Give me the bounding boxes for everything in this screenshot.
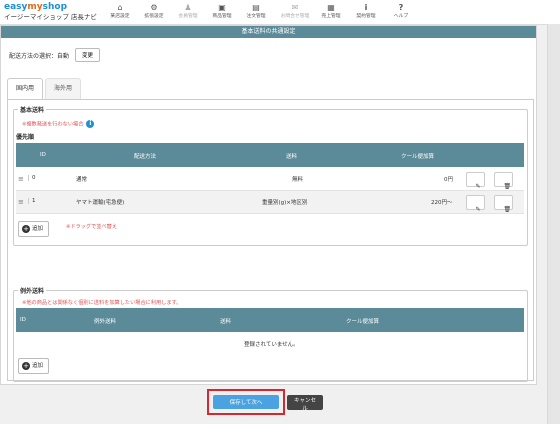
drag-handle-icon[interactable]: ≡ <box>18 175 24 183</box>
basic-shipping-note: ※複数発送を行わない場合 i <box>22 120 95 128</box>
row-method: 通常 <box>76 177 88 183</box>
column-header-cool: クール便加算 <box>346 319 380 325</box>
brand-text-shop: shop <box>42 2 68 12</box>
calculator-icon: ▦ <box>327 3 335 12</box>
basic-table-header: ID 配送方法 送料 クール便加算 <box>16 143 524 167</box>
drag-sort-note: ※ドラッグで並べ替え <box>66 224 118 230</box>
change-method-button[interactable]: 変更 <box>75 48 101 62</box>
add-basic-shipping-button[interactable]: + 追加 <box>18 221 50 237</box>
basic-shipping-legend: 基本送料 <box>18 105 47 114</box>
table-row[interactable]: ≡ 1 ヤマト運輸(宅急便) 重量別(g)×地区別 220円～ ✎ 🗑 <box>16 191 524 214</box>
row-id: 0 <box>28 175 36 181</box>
save-and-next-button[interactable]: 保存して次へ <box>213 395 279 409</box>
info-icon: i <box>364 3 368 12</box>
row-cool: 220円～ <box>431 200 453 206</box>
delivery-method-row: 配送方法の選択： 自動 変更 <box>9 48 101 62</box>
save-button-highlight: 保存して次へ <box>207 389 285 415</box>
column-header-fee: 送料 <box>220 319 232 325</box>
tab-overseas[interactable]: 海外用 <box>45 78 82 99</box>
home-icon: ⌂ <box>117 3 123 12</box>
nav-item-contract[interactable]: i 契約管理 <box>349 3 383 20</box>
edit-button[interactable]: ✎ <box>466 172 485 190</box>
nav-item-help[interactable]: ? ヘルプ <box>384 3 418 20</box>
nav-item-inquiries[interactable]: ✉ お問合せ管理 <box>278 3 312 20</box>
column-header-id: ID <box>40 152 46 158</box>
row-cool: 0円 <box>444 177 453 183</box>
nav-item-sales[interactable]: ▦ 売上管理 <box>314 3 348 20</box>
question-icon: ? <box>398 3 404 12</box>
row-fee: 重量別(g)×地区別 <box>262 200 308 206</box>
delete-button[interactable]: 🗑 <box>494 172 513 190</box>
brand-text-my: my <box>27 2 43 12</box>
vertical-scrollbar[interactable] <box>547 24 560 424</box>
nav-item-extended-settings[interactable]: ⚙ 拡張設定 <box>137 3 171 20</box>
column-header-cool: クール便加算 <box>401 154 435 160</box>
exception-shipping-section: 例外送料 ※他の商品とは関係なく個別に送料を加算したい場合に利用します。 ID … <box>13 286 528 382</box>
empty-table-message: 登録されていません。 <box>244 342 299 348</box>
top-navigation-bar: easymyshop イージーマイショップ 店長ナビ ⌂ 某店設定 ⚙ 拡張設定… <box>0 0 560 25</box>
exception-shipping-legend: 例外送料 <box>18 286 47 295</box>
brand-logo[interactable]: easymyshop イージーマイショップ 店長ナビ <box>4 2 114 22</box>
delete-button[interactable]: 🗑 <box>494 195 513 213</box>
plus-icon: + <box>22 361 30 370</box>
plus-icon: + <box>22 224 30 233</box>
tab-domestic[interactable]: 国内用 <box>7 78 44 99</box>
row-id: 1 <box>28 198 36 204</box>
cancel-button[interactable]: キャンセル <box>287 395 323 412</box>
region-tabs: 国内用 海外用 <box>7 78 83 100</box>
document-icon: ▤ <box>252 3 260 12</box>
delivery-method-value: 自動 <box>57 52 70 60</box>
gift-icon: ▣ <box>218 3 226 12</box>
priority-label: 優先順 <box>16 134 35 141</box>
mail-icon: ✉ <box>291 3 299 12</box>
exception-table-header: ID 例外送料 送料 クール便加算 <box>16 308 524 332</box>
row-fee: 無料 <box>292 177 304 183</box>
table-row[interactable]: ≡ 0 通常 無料 0円 ✎ 🗑 <box>16 168 524 191</box>
exception-shipping-note: ※他の商品とは関係なく個別に送料を加算したい場合に利用します。 <box>22 300 182 306</box>
column-header-exception-fee: 例外送料 <box>94 319 117 325</box>
gear-icon: ⚙ <box>150 3 158 12</box>
edit-button[interactable]: ✎ <box>466 195 485 213</box>
column-header-method: 配送方法 <box>134 154 157 160</box>
delivery-method-label: 配送方法の選択： <box>9 52 58 60</box>
shop-name: イージーマイショップ 店長ナビ <box>4 13 97 21</box>
nav-item-orders[interactable]: ▤ 注文管理 <box>239 3 273 20</box>
brand-text-easy: easy <box>4 2 28 12</box>
column-header-id: ID <box>20 317 26 323</box>
column-header-fee: 送料 <box>286 154 298 160</box>
nav-item-members[interactable]: ♟ 会員管理 <box>171 3 205 20</box>
user-icon: ♟ <box>184 3 192 12</box>
panel-title: 基本送料の共通設定 <box>1 26 536 38</box>
info-icon[interactable]: i <box>86 120 95 128</box>
trash-icon: 🗑 <box>503 206 512 213</box>
nav-item-store-settings[interactable]: ⌂ 某店設定 <box>103 3 137 20</box>
nav-item-products[interactable]: ▣ 商品管理 <box>205 3 239 20</box>
add-exception-shipping-button[interactable]: + 追加 <box>18 358 50 374</box>
shipping-settings-panel: 基本送料の共通設定 配送方法の選択： 自動 変更 国内用 海外用 基本送料 ※複… <box>0 25 537 385</box>
drag-handle-icon[interactable]: ≡ <box>18 198 24 206</box>
row-method: ヤマト運輸(宅急便) <box>76 200 125 206</box>
tab-content-domestic: 基本送料 ※複数発送を行わない場合 i 優先順 ID 配送方法 送料 クール便加算… <box>7 99 534 382</box>
basic-shipping-section: 基本送料 ※複数発送を行わない場合 i 優先順 ID 配送方法 送料 クール便加算… <box>13 105 528 246</box>
pencil-icon: ✎ <box>475 206 481 213</box>
